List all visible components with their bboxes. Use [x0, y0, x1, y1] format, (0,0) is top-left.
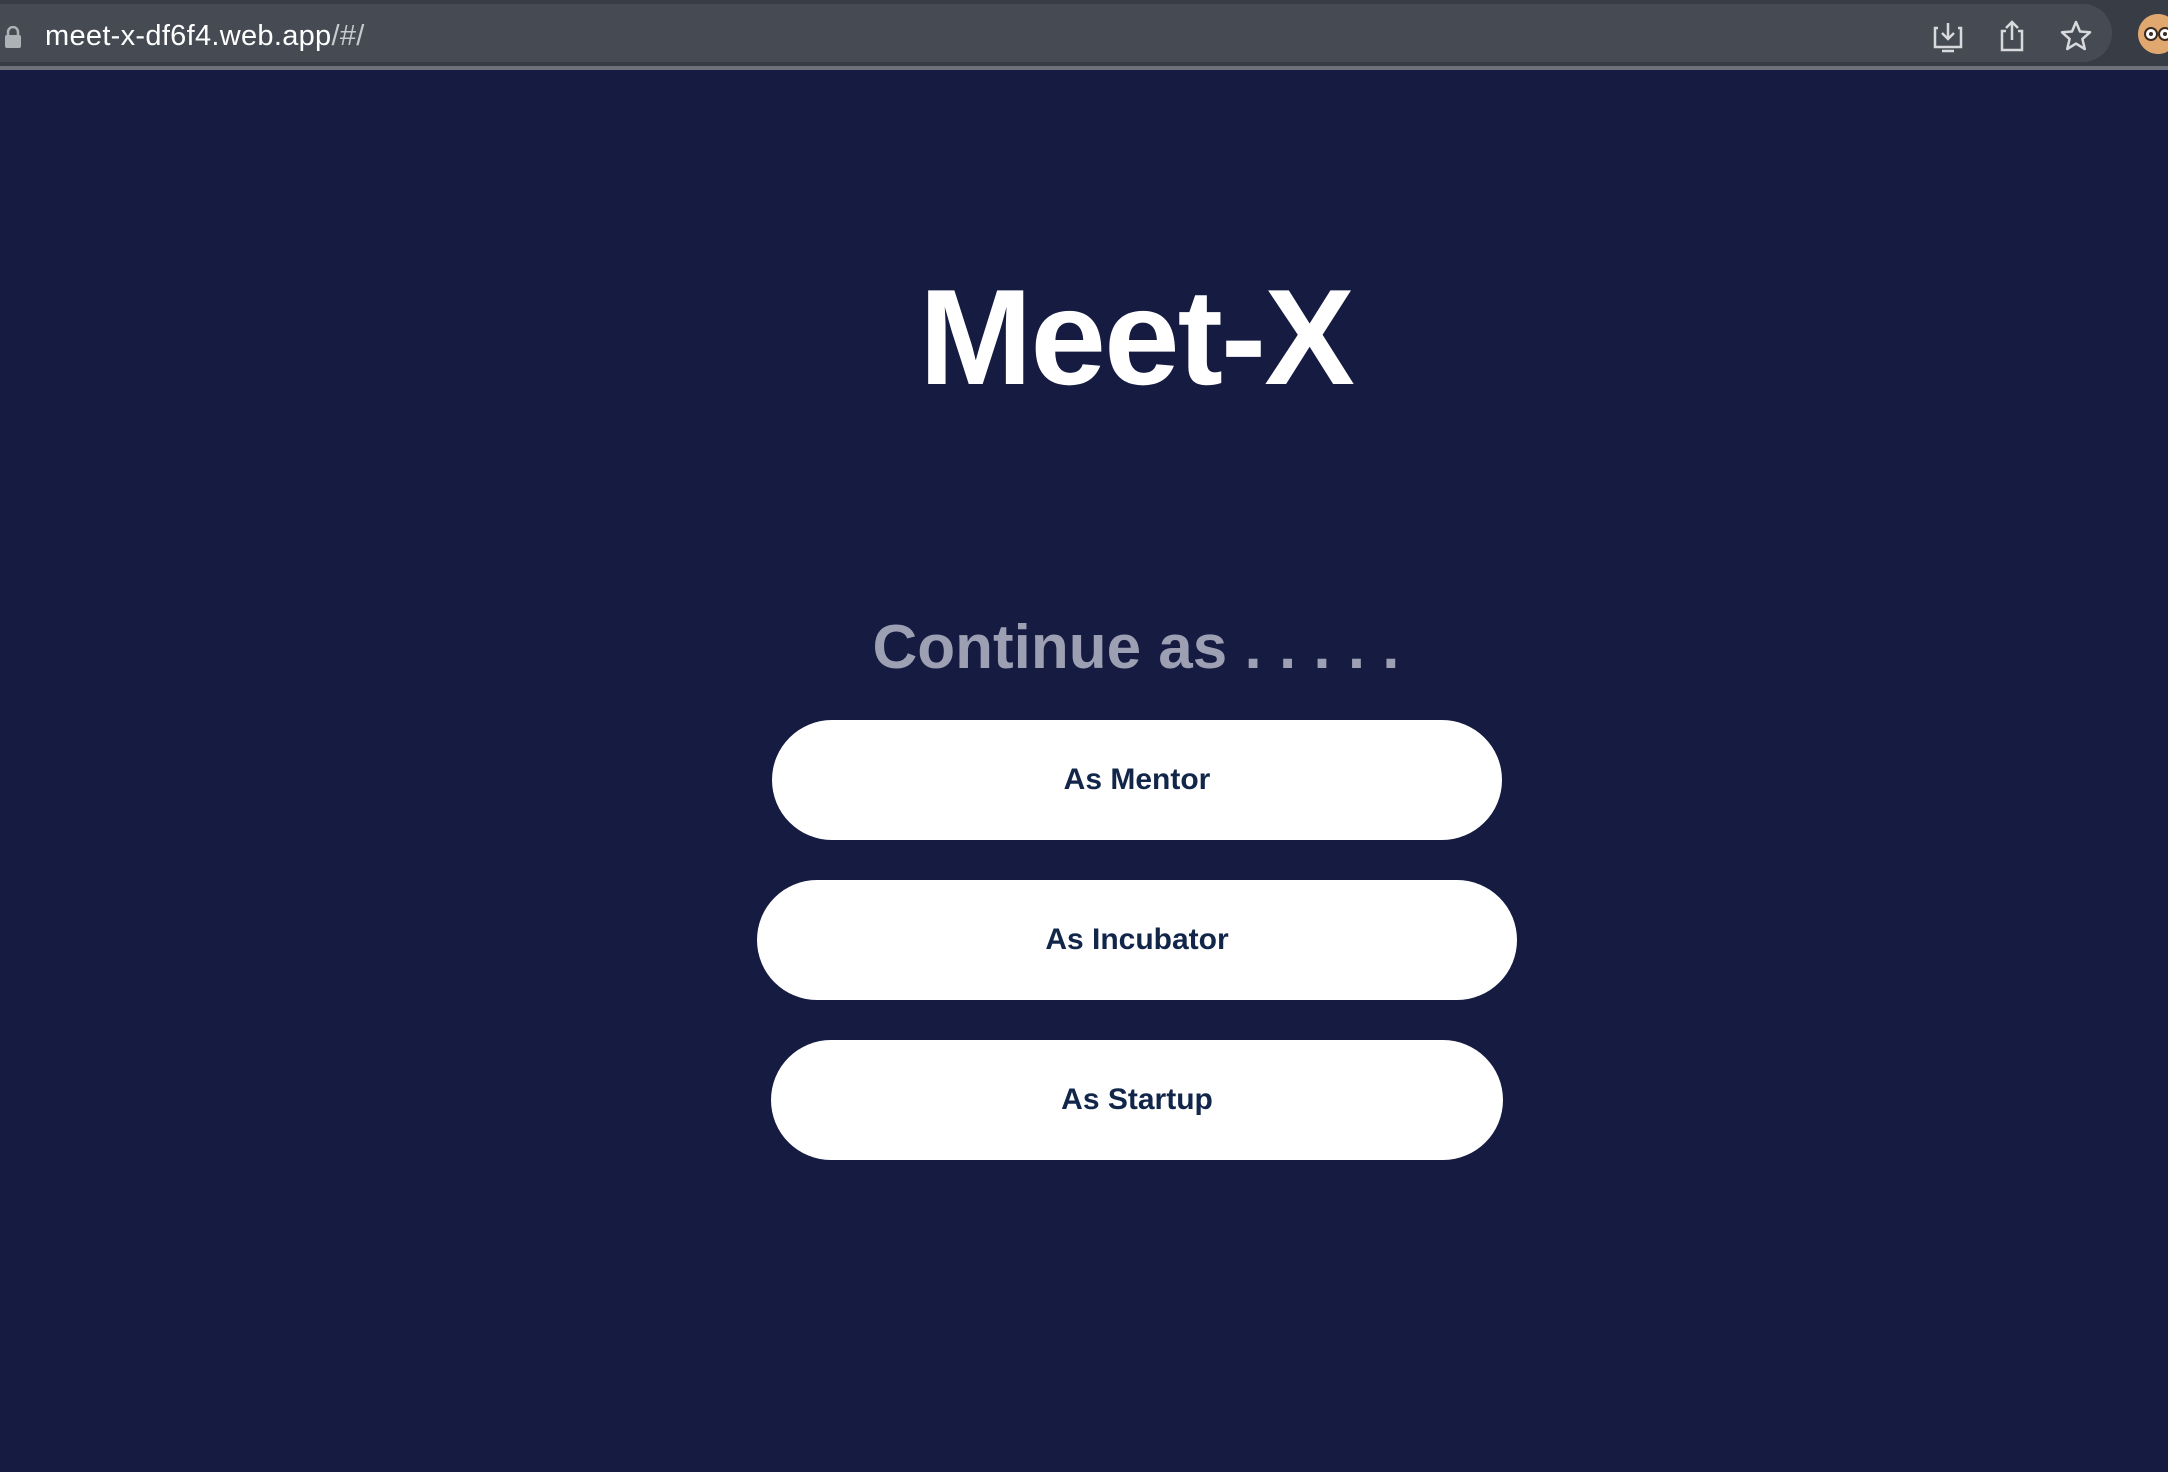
- install-app-icon[interactable]: [1930, 18, 1966, 54]
- as-incubator-button[interactable]: As Incubator: [757, 880, 1517, 1000]
- lock-icon[interactable]: [4, 26, 22, 48]
- url-text[interactable]: meet-x-df6f4.web.app/#/: [45, 18, 365, 54]
- profile-avatar[interactable]: [2138, 14, 2168, 54]
- bookmark-star-icon[interactable]: [2058, 18, 2094, 54]
- url-host: meet-x-df6f4.web.app: [45, 20, 332, 52]
- as-startup-button[interactable]: As Startup: [771, 1040, 1503, 1160]
- address-bar[interactable]: meet-x-df6f4.web.app/#/: [0, 4, 2112, 62]
- url-path: /#/: [331, 20, 365, 52]
- browser-toolbar: meet-x-df6f4.web.app/#/: [0, 0, 2168, 66]
- as-mentor-button[interactable]: As Mentor: [772, 720, 1502, 840]
- app-title: Meet-X: [919, 261, 1355, 413]
- continue-prompt: Continue as . . . . .: [872, 613, 1400, 682]
- avatar-face-icon: [2138, 14, 2168, 54]
- toolbar-divider: [0, 66, 2168, 70]
- share-icon[interactable]: [1994, 18, 2030, 54]
